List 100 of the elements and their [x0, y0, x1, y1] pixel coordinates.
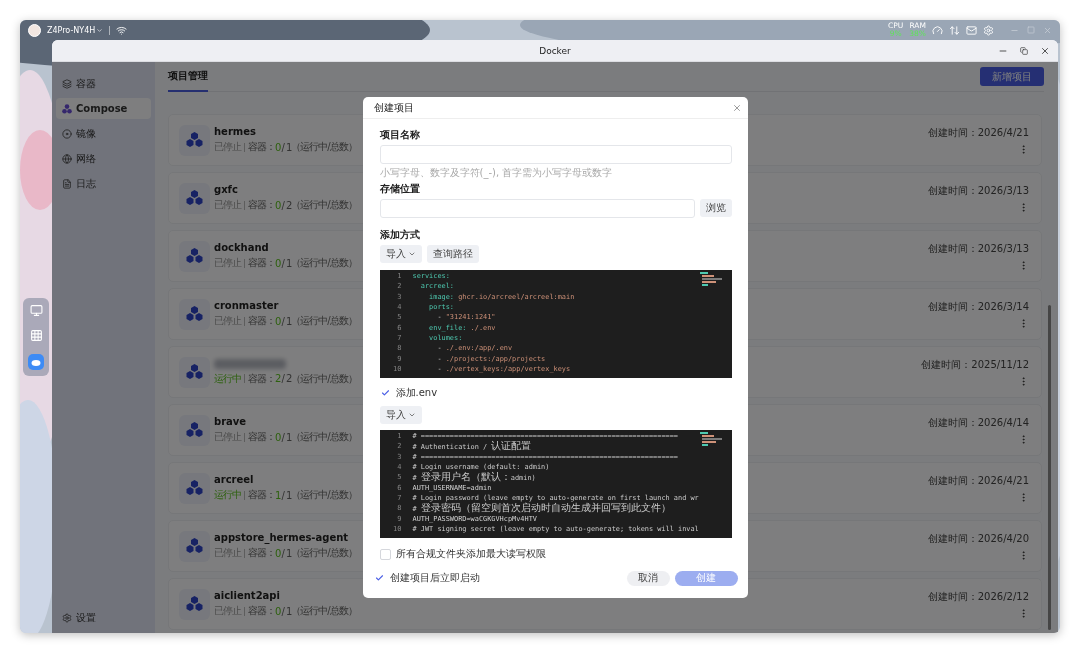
- total-count: / 1: [281, 141, 292, 153]
- created-time: 创建时间：2026/2/12: [927, 589, 1029, 604]
- project-name: cronmaster: [214, 300, 279, 311]
- arrows-icon[interactable]: [949, 24, 960, 36]
- running-count: 1: [275, 489, 281, 501]
- sidebar-item[interactable]: Compose: [56, 98, 151, 119]
- code-editor[interactable]: [379, 270, 732, 378]
- cubes-icon: [186, 190, 203, 206]
- code-editor[interactable]: [379, 430, 732, 538]
- path-input[interactable]: [379, 199, 695, 218]
- project-name: gxfc: [214, 184, 238, 195]
- running-count: 0: [275, 315, 281, 327]
- sidebar-item[interactable]: 网络: [56, 148, 151, 169]
- running-count: 2: [275, 373, 281, 384]
- project-name: arcreel: [214, 474, 254, 485]
- globe-icon: [62, 153, 72, 164]
- containers-label: 容器：: [248, 371, 275, 386]
- checkbox[interactable]: [379, 387, 391, 399]
- checkbox[interactable]: [379, 548, 391, 560]
- browse-button[interactable]: 浏览: [699, 199, 732, 217]
- restore-icon[interactable]: [1020, 47, 1028, 55]
- containers-label: 容器：: [248, 430, 275, 444]
- disc-icon: [62, 128, 72, 139]
- project-status: 运行中: [214, 488, 241, 502]
- containers-label: 容器：: [248, 314, 275, 328]
- window-title: Docker: [539, 45, 571, 56]
- count-note: （运行中/总数）: [291, 140, 357, 154]
- add-project-button[interactable]: 新增项目: [980, 67, 1044, 86]
- dialog-title: 创建项目: [373, 100, 414, 115]
- project-name: aiclient2api: [214, 590, 280, 601]
- containers-label: 容器：: [248, 488, 275, 502]
- cubes-icon: [186, 596, 203, 612]
- checkbox-label: 所有合规文件夹添加最大读写权限: [395, 547, 546, 561]
- tab[interactable]: 项目管理: [168, 62, 208, 92]
- settings-item[interactable]: 设置: [56, 611, 151, 625]
- mail-icon[interactable]: [966, 24, 977, 36]
- monitor-icon[interactable]: [29, 303, 43, 317]
- total-count: / 1: [281, 315, 292, 327]
- running-count: 0: [275, 547, 281, 559]
- created-time: 创建时间：2026/4/21: [927, 125, 1029, 140]
- total-count: / 1: [281, 257, 292, 269]
- created-time: 创建时间：2026/3/14: [927, 299, 1029, 314]
- cancel-button[interactable]: 取消: [626, 570, 670, 586]
- minimap-drawing: [699, 272, 722, 286]
- created-time: 创建时间：2026/4/21: [927, 473, 1029, 488]
- sidebar-item[interactable]: 容器: [56, 73, 151, 94]
- count-note: （运行中/总数）: [291, 546, 357, 560]
- field-label: 存储位置: [379, 182, 421, 196]
- import-dropdown[interactable]: 导入: [379, 406, 422, 424]
- total-count: / 2: [281, 199, 292, 211]
- caret-icon: [407, 250, 416, 258]
- field-hint: 小写字母、数字及字符(_-), 首字需为小写字母或数字: [379, 166, 614, 180]
- document-icon: [62, 178, 72, 189]
- project-name: hermes: [214, 126, 256, 137]
- cubes-icon: [186, 422, 203, 438]
- scrollbar[interactable]: [1048, 305, 1051, 630]
- sidebar-item[interactable]: 镜像: [56, 123, 151, 144]
- running-count: 0: [275, 141, 281, 153]
- checkbox[interactable]: [373, 572, 385, 584]
- grid-icon[interactable]: [29, 328, 43, 342]
- wifi-icon[interactable]: [116, 24, 128, 36]
- created-time: 创建时间：2026/4/20: [927, 531, 1029, 546]
- total-count: / 1: [281, 431, 292, 443]
- running-count: 0: [275, 257, 281, 269]
- running-count: 0: [275, 605, 281, 617]
- layers-icon: [62, 78, 72, 89]
- running-count: 0: [275, 199, 281, 211]
- count-note: （运行中/总数）: [291, 430, 357, 444]
- total-count: / 1: [281, 605, 292, 617]
- circles-icon: [62, 103, 72, 114]
- query-path-button[interactable]: 查询路径: [426, 245, 479, 263]
- containers-label: 容器：: [248, 198, 275, 212]
- import-dropdown[interactable]: 导入: [379, 245, 422, 263]
- containers-label: 容器：: [248, 256, 275, 270]
- cubes-icon: [186, 132, 203, 148]
- total-count: / 1: [281, 547, 292, 559]
- caret-icon: [407, 411, 416, 419]
- count-note: （运行中/总数）: [291, 488, 357, 502]
- device-menu[interactable]: Z4Pro-NY4H: [47, 25, 111, 35]
- project-name: dockhand: [214, 242, 269, 253]
- checkbox-label: 添加.env: [395, 386, 438, 400]
- containers-label: 容器：: [248, 140, 275, 154]
- containers-label: 容器：: [248, 546, 275, 560]
- running-count: 0: [275, 431, 281, 443]
- field-label: 添加方式: [379, 228, 421, 242]
- cubes-icon: [186, 248, 203, 264]
- name-input[interactable]: [379, 145, 732, 164]
- created-time: 创建时间：2026/3/13: [927, 241, 1029, 256]
- minimap-drawing: [699, 432, 722, 446]
- field-label: 项目名称: [379, 128, 421, 142]
- cubes-icon: [186, 538, 203, 554]
- containers-label: 容器：: [248, 604, 275, 618]
- gauge-icon[interactable]: [932, 24, 943, 36]
- cubes-icon: [186, 364, 203, 380]
- caret-icon: [96, 26, 104, 34]
- count-note: （运行中/总数）: [291, 256, 357, 270]
- settings-icon[interactable]: [983, 24, 994, 36]
- count-note: （运行中/总数）: [291, 371, 357, 386]
- sidebar-item[interactable]: 日志: [56, 173, 151, 194]
- close-icon[interactable]: [1040, 46, 1050, 56]
